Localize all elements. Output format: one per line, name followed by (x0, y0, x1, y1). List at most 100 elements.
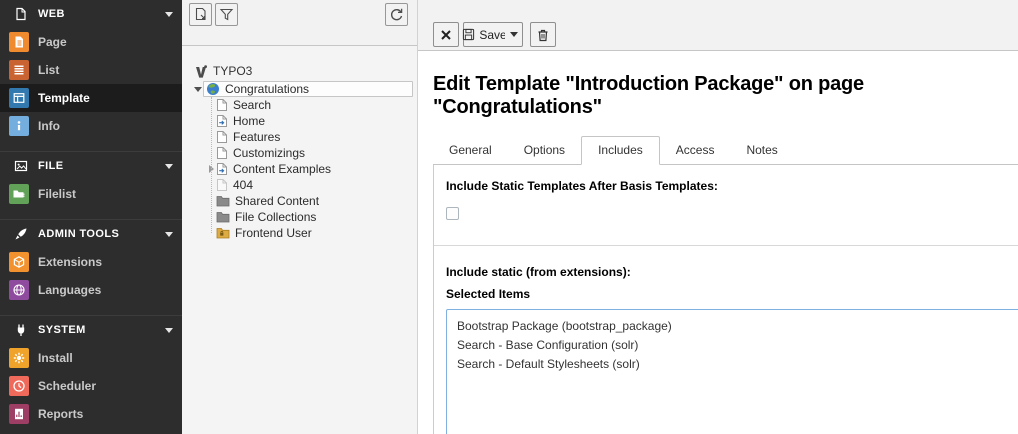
section-header-admin-tools[interactable]: ADMIN TOOLS (0, 220, 182, 248)
tree-node-label: TYPO3 (213, 64, 252, 78)
sidebar-item-extensions[interactable]: Extensions (0, 248, 182, 276)
section-label: FILE (38, 160, 165, 172)
sidebar-item-languages[interactable]: Languages (0, 276, 182, 304)
sidebar-item-filelist[interactable]: Filelist (0, 180, 182, 208)
tree-node-label: Customizings (233, 146, 305, 160)
tab-general[interactable]: General (433, 137, 508, 164)
tree-row-home[interactable]: Home (182, 113, 417, 129)
refresh-button[interactable] (385, 3, 408, 26)
listbox-option[interactable]: Search - Base Configuration (solr) (447, 336, 1018, 355)
sidebar-item-label: List (38, 63, 59, 77)
module-menu: WEB Page List Template Info (0, 0, 182, 434)
sidebar-item-install[interactable]: Install (0, 344, 182, 372)
sidebar-item-list[interactable]: List (0, 56, 182, 84)
section-label: ADMIN TOOLS (38, 228, 165, 240)
section-label: SYSTEM (38, 324, 165, 336)
image-icon (13, 158, 29, 174)
tree-row-content-examples[interactable]: Content Examples (182, 161, 417, 177)
info-module-icon (9, 116, 29, 136)
tab-bar: General Options Includes Access Notes (433, 138, 1018, 165)
tree-row-features[interactable]: Features (182, 129, 417, 145)
sidebar-item-template[interactable]: Template (0, 84, 182, 112)
section-file: FILE Filelist (0, 151, 182, 208)
section-label: WEB (38, 8, 165, 20)
selected-items-listbox[interactable]: Bootstrap Package (bootstrap_package) Se… (446, 309, 1018, 434)
tree-root-row[interactable]: TYPO3 (182, 63, 417, 79)
chevron-down-icon (165, 164, 173, 169)
save-button[interactable]: Save (463, 22, 506, 47)
typo3-logo-icon (194, 64, 208, 79)
include-static-section: Include static (from extensions): Select… (434, 246, 1018, 434)
save-options-button[interactable] (505, 22, 523, 47)
listbox-option[interactable]: Search - Default Stylesheets (solr) (447, 355, 1018, 374)
page-icon (216, 130, 228, 144)
sidebar-item-label: Extensions (38, 255, 102, 269)
tree-row-file-collections[interactable]: File Collections (182, 209, 417, 225)
folder-icon (216, 211, 230, 223)
tree-children: Search Home Features (182, 97, 417, 241)
sidebar-item-label: Scheduler (38, 379, 96, 393)
tab-options[interactable]: Options (508, 137, 581, 164)
page-module-icon (9, 32, 29, 52)
tree-node-label: 404 (233, 178, 253, 192)
close-button[interactable] (433, 22, 459, 47)
tree-node-label: Search (233, 98, 271, 112)
sidebar-item-reports[interactable]: Reports (0, 400, 182, 428)
tree-row-congratulations[interactable]: Congratulations (182, 81, 417, 97)
delete-button[interactable] (530, 22, 556, 47)
tab-includes[interactable]: Includes (581, 136, 660, 165)
sidebar-item-scheduler[interactable]: Scheduler (0, 372, 182, 400)
tree-row-404[interactable]: 404 (182, 177, 417, 193)
chevron-down-icon (165, 12, 173, 17)
tree-node-label: Shared Content (235, 194, 319, 208)
page-shortcut-icon (216, 114, 228, 128)
page-shortcut-icon (216, 162, 228, 176)
section-header-system[interactable]: SYSTEM (0, 316, 182, 344)
page-hidden-icon (216, 178, 228, 192)
tab-notes[interactable]: Notes (730, 137, 793, 164)
tree-row-shared-content[interactable]: Shared Content (182, 193, 417, 209)
site-globe-icon (206, 82, 220, 96)
web-doc-icon (13, 6, 29, 22)
listbox-option[interactable]: Bootstrap Package (bootstrap_package) (447, 317, 1018, 336)
static-after-basis-checkbox[interactable] (446, 207, 459, 220)
section-web: WEB Page List Template Info (0, 0, 182, 140)
rocket-icon (13, 226, 29, 242)
chevron-down-icon (165, 328, 173, 333)
content-area: Save Edit Template "Introduction Package… (418, 0, 1018, 434)
section-system: SYSTEM Install Scheduler Reports (0, 315, 182, 428)
page-tree: TYPO3 Congratulations Search (182, 46, 417, 241)
sidebar-item-info[interactable]: Info (0, 112, 182, 140)
selected-node[interactable]: Congratulations (203, 81, 413, 97)
expand-toggle-icon[interactable] (206, 165, 216, 173)
tree-row-frontend-user[interactable]: Frontend User (182, 225, 417, 241)
sidebar-item-label: Install (38, 351, 73, 365)
list-module-icon (9, 60, 29, 80)
sidebar-item-label: Page (38, 35, 67, 49)
new-page-button[interactable] (189, 3, 212, 26)
chart-doc-icon (9, 404, 29, 424)
tree-node-label: Content Examples (233, 162, 331, 176)
selected-items-label: Selected Items (446, 287, 1018, 301)
page-icon (216, 146, 228, 160)
page-tree-toolbar (182, 0, 417, 46)
section-header-web[interactable]: WEB (0, 0, 182, 28)
filter-funnel-button[interactable] (215, 3, 238, 26)
cube-icon (9, 252, 29, 272)
tab-access[interactable]: Access (660, 137, 731, 164)
tree-row-search[interactable]: Search (182, 97, 417, 113)
collapse-toggle-icon[interactable] (193, 87, 203, 92)
sidebar-item-page[interactable]: Page (0, 28, 182, 56)
gear-icon (9, 348, 29, 368)
sidebar-item-label: Filelist (38, 187, 76, 201)
sidebar-item-label: Template (38, 91, 90, 105)
tree-row-customizings[interactable]: Customizings (182, 145, 417, 161)
section-header-file[interactable]: FILE (0, 152, 182, 180)
folder-icon (216, 195, 230, 207)
sidebar-item-label: Info (38, 119, 60, 133)
tree-node-label: Features (233, 130, 280, 144)
page-title: Edit Template "Introduction Package" on … (433, 73, 1018, 119)
tree-node-label: File Collections (235, 210, 316, 224)
plug-icon (13, 322, 29, 338)
static-after-basis-label: Include Static Templates After Basis Tem… (446, 179, 1006, 193)
